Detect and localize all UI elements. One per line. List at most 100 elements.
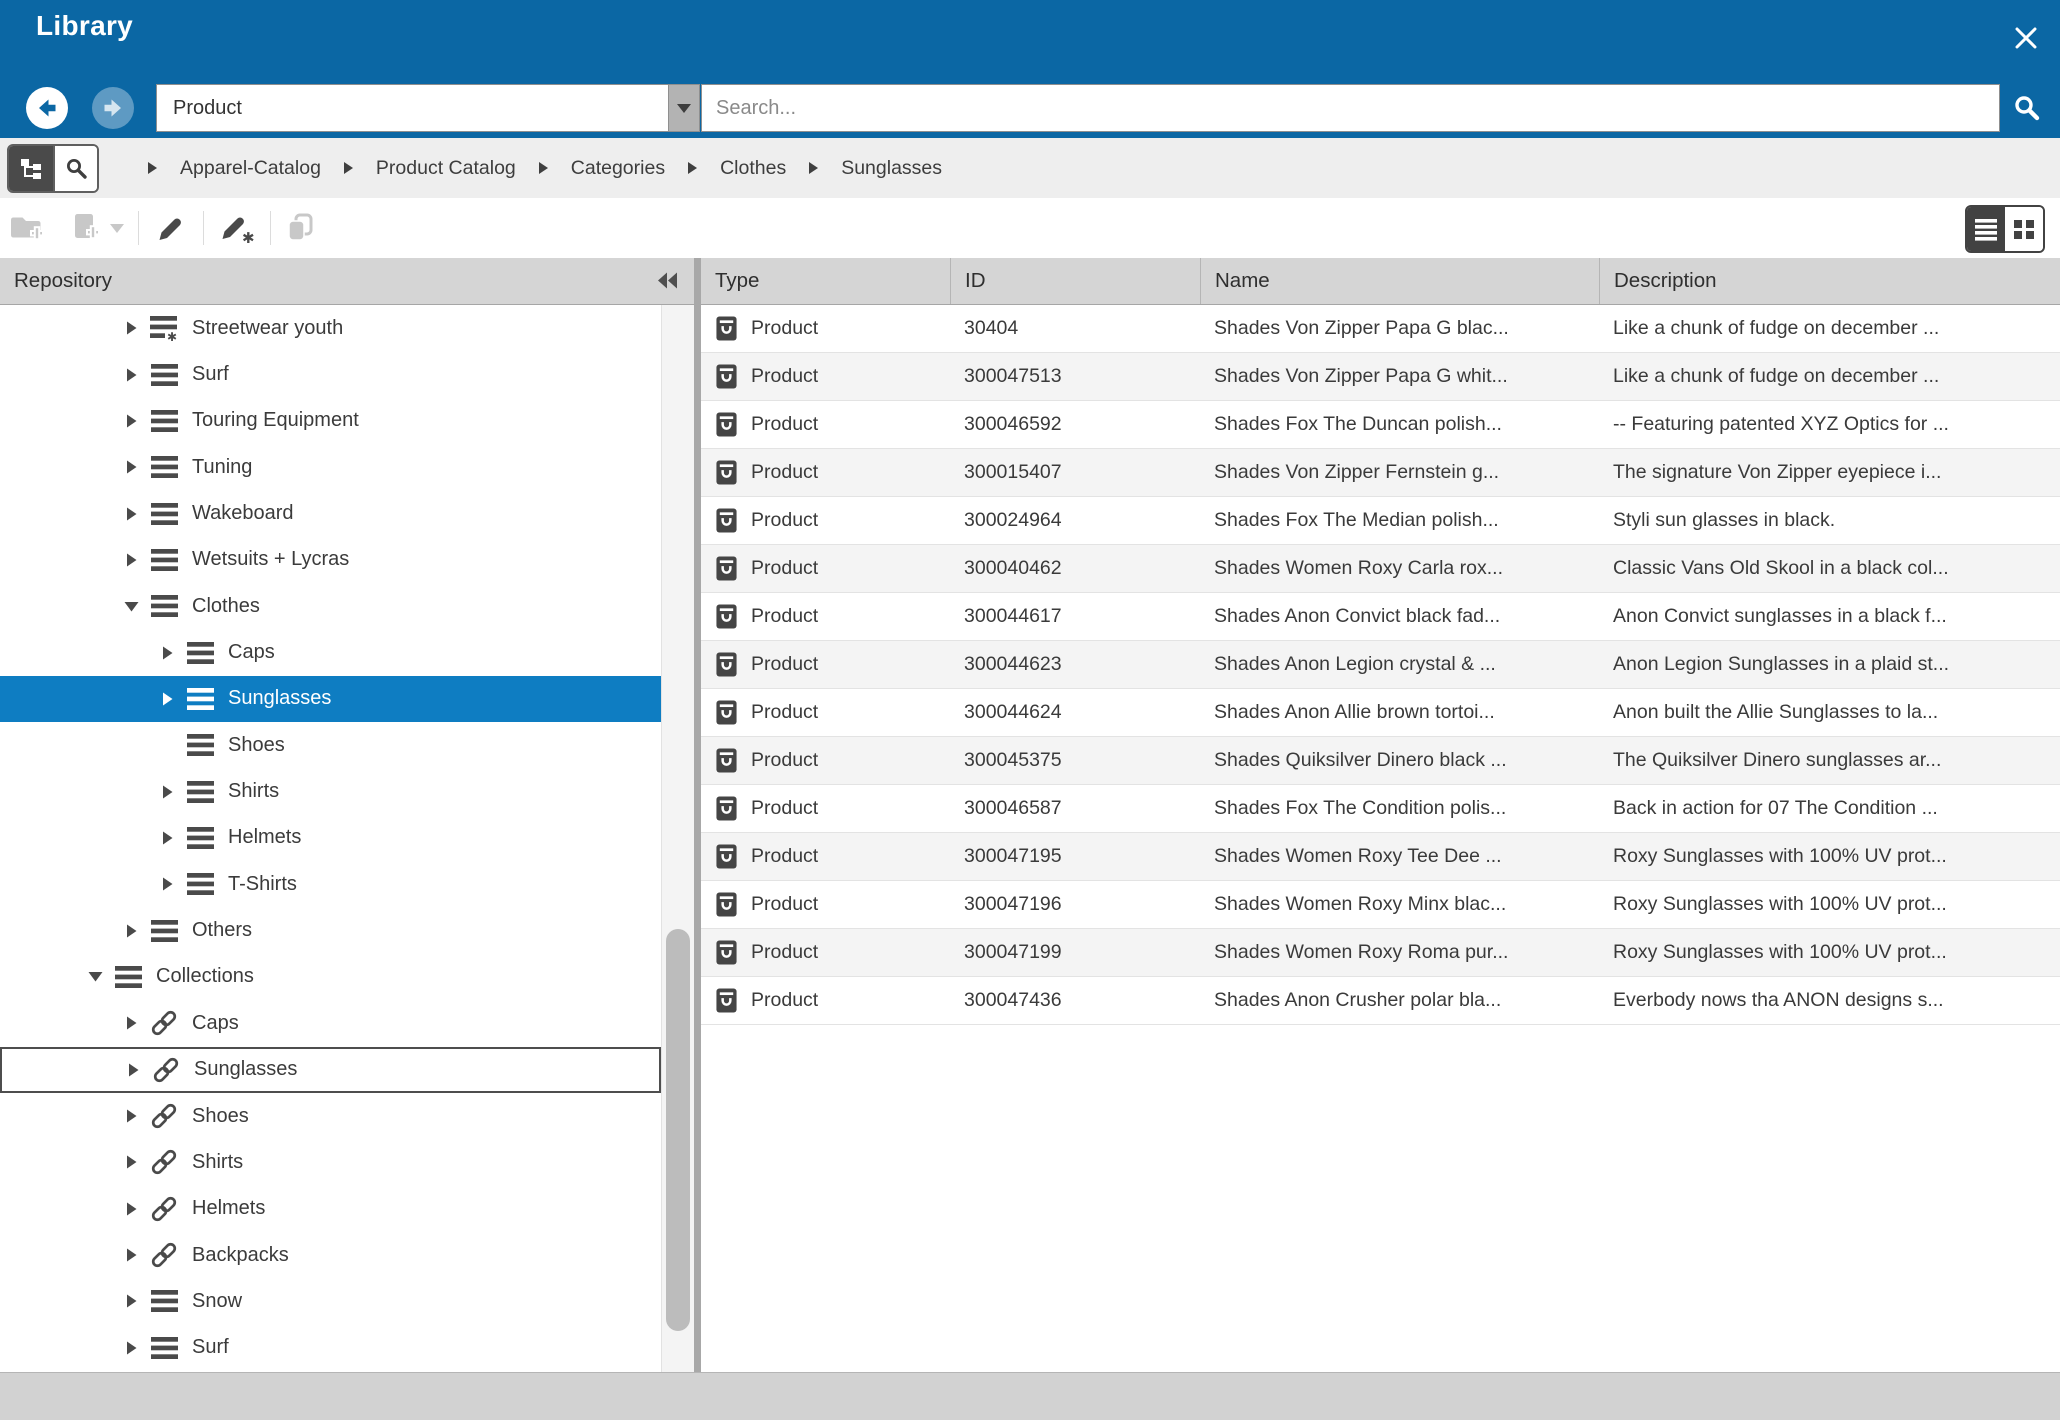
tree-item-shirts-2[interactable]: Shirts [0, 1139, 661, 1185]
expand-icon[interactable] [124, 368, 138, 382]
tree-item-others[interactable]: Others [0, 907, 661, 953]
expand-icon[interactable] [124, 1341, 138, 1355]
search-mode-toggle[interactable] [53, 146, 97, 191]
expand-icon[interactable] [124, 1155, 138, 1169]
expand-icon[interactable] [124, 414, 138, 428]
tree-scrollbar-thumb[interactable] [666, 929, 690, 1331]
tree-view-toggle[interactable] [9, 146, 53, 191]
tree-item-collections[interactable]: Collections [0, 954, 661, 1000]
table-row[interactable]: Product300044623Shades Anon Legion cryst… [701, 641, 2060, 689]
edit-button[interactable] [149, 206, 189, 250]
toolbar: ✱ [0, 198, 2060, 258]
breadcrumb-separator-icon [148, 162, 157, 174]
expand-icon[interactable] [160, 831, 174, 845]
column-header-type[interactable]: Type [701, 258, 950, 304]
chevron-down-icon [110, 224, 124, 233]
expand-icon[interactable] [126, 1063, 140, 1077]
list-view-button[interactable] [1967, 207, 2005, 251]
tree-item-shirts[interactable]: Shirts [0, 768, 661, 814]
tree-item-wakeboard[interactable]: Wakeboard [0, 490, 661, 536]
tree-item-shoes-2[interactable]: Shoes [0, 1093, 661, 1139]
cell-description: Anon Legion Sunglasses in a plaid st... [1599, 641, 2060, 688]
history-dropdown-button[interactable] [668, 85, 699, 131]
expand-icon[interactable] [160, 646, 174, 660]
tree-item-helmets[interactable]: Helmets [0, 815, 661, 861]
tree-item-tuning[interactable]: Tuning [0, 444, 661, 490]
tree-item-surf[interactable]: Surf [0, 351, 661, 397]
table-row[interactable]: Product300047196Shades Women Roxy Minx b… [701, 881, 2060, 929]
table-row[interactable]: Product300047513Shades Von Zipper Papa G… [701, 353, 2060, 401]
panel-splitter[interactable] [694, 258, 701, 1372]
expand-icon[interactable] [124, 507, 138, 521]
history-dropdown[interactable]: Product [156, 84, 700, 132]
grid-view-button[interactable] [2005, 207, 2043, 251]
search-button[interactable] [2004, 86, 2050, 130]
breadcrumb-item-apparel-catalog[interactable]: Apparel-Catalog [180, 157, 321, 180]
breadcrumb-item-categories[interactable]: Categories [571, 157, 665, 180]
tree-item-caps-2[interactable]: Caps [0, 1000, 661, 1046]
table-row[interactable]: Product300047199Shades Women Roxy Roma p… [701, 929, 2060, 977]
table-row[interactable]: Product300040462Shades Women Roxy Carla … [701, 545, 2060, 593]
tree-item-helmets-2[interactable]: Helmets [0, 1186, 661, 1232]
expand-icon[interactable] [124, 321, 138, 335]
type-label: Product [751, 797, 818, 820]
type-label: Product [751, 317, 818, 340]
expand-icon[interactable] [124, 1294, 138, 1308]
tree-item-wetsuits-lycras[interactable]: Wetsuits + Lycras [0, 537, 661, 583]
table-row[interactable]: Product300046592Shades Fox The Duncan po… [701, 401, 2060, 449]
tree-item-caps[interactable]: Caps [0, 629, 661, 675]
expand-icon[interactable] [124, 460, 138, 474]
collapse-icon[interactable] [124, 601, 138, 612]
back-button[interactable] [26, 87, 68, 129]
tree-item-touring-equipment[interactable]: Touring Equipment [0, 398, 661, 444]
tree-item-shoes[interactable]: Shoes [0, 722, 661, 768]
tree-item-label: Wetsuits + Lycras [192, 548, 349, 571]
table-row[interactable]: Product30404Shades Von Zipper Papa G bla… [701, 305, 2060, 353]
column-header-name[interactable]: Name [1200, 258, 1599, 304]
tree-item-sunglasses-2[interactable]: Sunglasses [0, 676, 661, 722]
column-header-id[interactable]: ID [950, 258, 1200, 304]
type-label: Product [751, 653, 818, 676]
tree-item-clothes-2[interactable]: Clothes [0, 583, 661, 629]
expand-icon[interactable] [160, 877, 174, 891]
tree-item-snow[interactable]: Snow [0, 1278, 661, 1324]
copy-button[interactable] [281, 206, 319, 250]
table-row[interactable]: Product300024964Shades Fox The Median po… [701, 497, 2060, 545]
expand-icon[interactable] [124, 553, 138, 567]
collapse-icon[interactable] [88, 971, 102, 982]
expand-icon[interactable] [160, 692, 174, 706]
breadcrumb-item-clothes[interactable]: Clothes [720, 157, 786, 180]
close-button[interactable] [2006, 18, 2046, 58]
tree-item-sunglasses-3[interactable]: Sunglasses [0, 1047, 661, 1093]
expand-icon[interactable] [124, 924, 138, 938]
table-row[interactable]: Product300046587Shades Fox The Condition… [701, 785, 2060, 833]
tree-item-t-shirts[interactable]: T-Shirts [0, 861, 661, 907]
new-folder-button[interactable] [6, 206, 48, 250]
table-row[interactable]: Product300044617Shades Anon Convict blac… [701, 593, 2060, 641]
table-row[interactable]: Product300047436Shades Anon Crusher pola… [701, 977, 2060, 1025]
table-row[interactable]: Product300044624Shades Anon Allie brown … [701, 689, 2060, 737]
new-item-dropdown-button[interactable] [106, 206, 128, 250]
expand-icon[interactable] [124, 1248, 138, 1262]
table-row[interactable]: Product300015407Shades Von Zipper Fernst… [701, 449, 2060, 497]
copy-icon [285, 213, 315, 243]
window-title: Library [36, 10, 133, 42]
column-header-description[interactable]: Description [1599, 258, 2060, 304]
table-row[interactable]: Product300045375Shades Quiksilver Dinero… [701, 737, 2060, 785]
table-row[interactable]: Product300047195Shades Women Roxy Tee De… [701, 833, 2060, 881]
expand-icon[interactable] [124, 1202, 138, 1216]
collapse-panel-button[interactable] [658, 272, 678, 289]
forward-button[interactable] [92, 87, 134, 129]
tree-scrollbar[interactable] [661, 305, 694, 1372]
edit-new-button[interactable]: ✱ [214, 206, 260, 250]
tree-item-backpacks[interactable]: Backpacks [0, 1232, 661, 1278]
breadcrumb-item-sunglasses[interactable]: Sunglasses [841, 157, 942, 180]
tree-item-surf-2[interactable]: Surf [0, 1325, 661, 1371]
search-input[interactable] [702, 96, 1999, 121]
breadcrumb-item-product-catalog[interactable]: Product Catalog [376, 157, 516, 180]
new-item-button[interactable] [66, 206, 106, 250]
expand-icon[interactable] [124, 1016, 138, 1030]
expand-icon[interactable] [124, 1109, 138, 1123]
expand-icon[interactable] [160, 785, 174, 799]
tree-item-streetwear-youth[interactable]: ✱Streetwear youth [0, 305, 661, 351]
